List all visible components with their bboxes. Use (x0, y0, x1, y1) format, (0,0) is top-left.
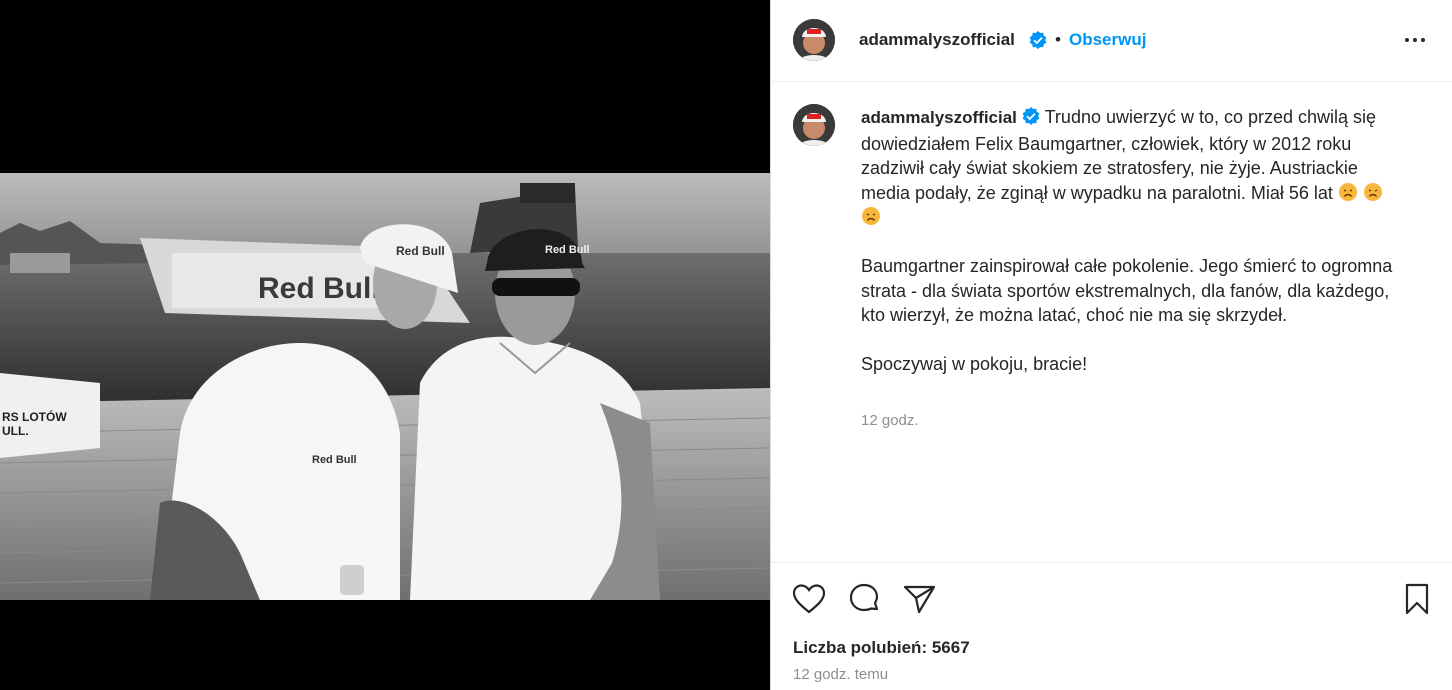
comment-icon[interactable] (846, 581, 882, 617)
caption-paragraph-3: Spoczywaj w pokoju, bracie! (861, 354, 1088, 374)
post-time-ago[interactable]: 12 godz. temu (793, 666, 888, 683)
shirt-logo-text: Red Bull (312, 454, 357, 466)
sad-face-emoji (861, 206, 881, 226)
photo-illustration: Red Bull RS LOTÓW ULL. Red Bull Red Bull… (0, 173, 770, 600)
action-bar (771, 562, 1452, 633)
post-header: adammalyszofficial • Obserwuj (771, 0, 1452, 82)
sad-face-emoji (1363, 182, 1383, 202)
post-photo: Red Bull RS LOTÓW ULL. Red Bull Red Bull… (0, 173, 770, 600)
more-options-icon[interactable] (1400, 28, 1430, 52)
sad-face-emoji (1338, 182, 1358, 202)
share-icon[interactable] (901, 581, 937, 617)
verified-badge-icon (1022, 107, 1040, 132)
caption-paragraph-2: Baumgartner zainspirował całe pokolenie.… (861, 256, 1393, 325)
banner-text: Red Bull (258, 272, 380, 305)
bookmark-icon[interactable] (1399, 581, 1435, 617)
caption-avatar[interactable] (793, 104, 835, 146)
caption-timestamp[interactable]: 12 godz. (861, 412, 919, 429)
verified-badge-icon (1029, 31, 1047, 54)
svg-text:RS LOTÓW: RS LOTÓW (2, 409, 67, 424)
avatar[interactable] (793, 19, 835, 61)
cap-right-text: Red Bull (545, 244, 590, 256)
header-username[interactable]: adammalyszofficial (859, 30, 1015, 50)
cap-left-text: Red Bull (396, 244, 445, 258)
follow-button[interactable]: Obserwuj (1069, 30, 1146, 50)
post-caption: adammalyszofficial Trudno uwierzyć w to,… (861, 105, 1401, 377)
separator-dot: • (1055, 30, 1061, 49)
post-sidebar: adammalyszofficial • Obserwuj adammalysz… (770, 0, 1452, 690)
caption-paragraph-1: adammalyszofficial Trudno uwierzyć w to,… (861, 105, 1401, 230)
caption-username[interactable]: adammalyszofficial (861, 108, 1017, 127)
heart-icon[interactable] (791, 581, 827, 617)
likes-count[interactable]: Liczba polubień: 5667 (793, 638, 970, 658)
post-media[interactable]: Red Bull RS LOTÓW ULL. Red Bull Red Bull… (0, 0, 770, 690)
svg-text:ULL.: ULL. (2, 424, 29, 438)
